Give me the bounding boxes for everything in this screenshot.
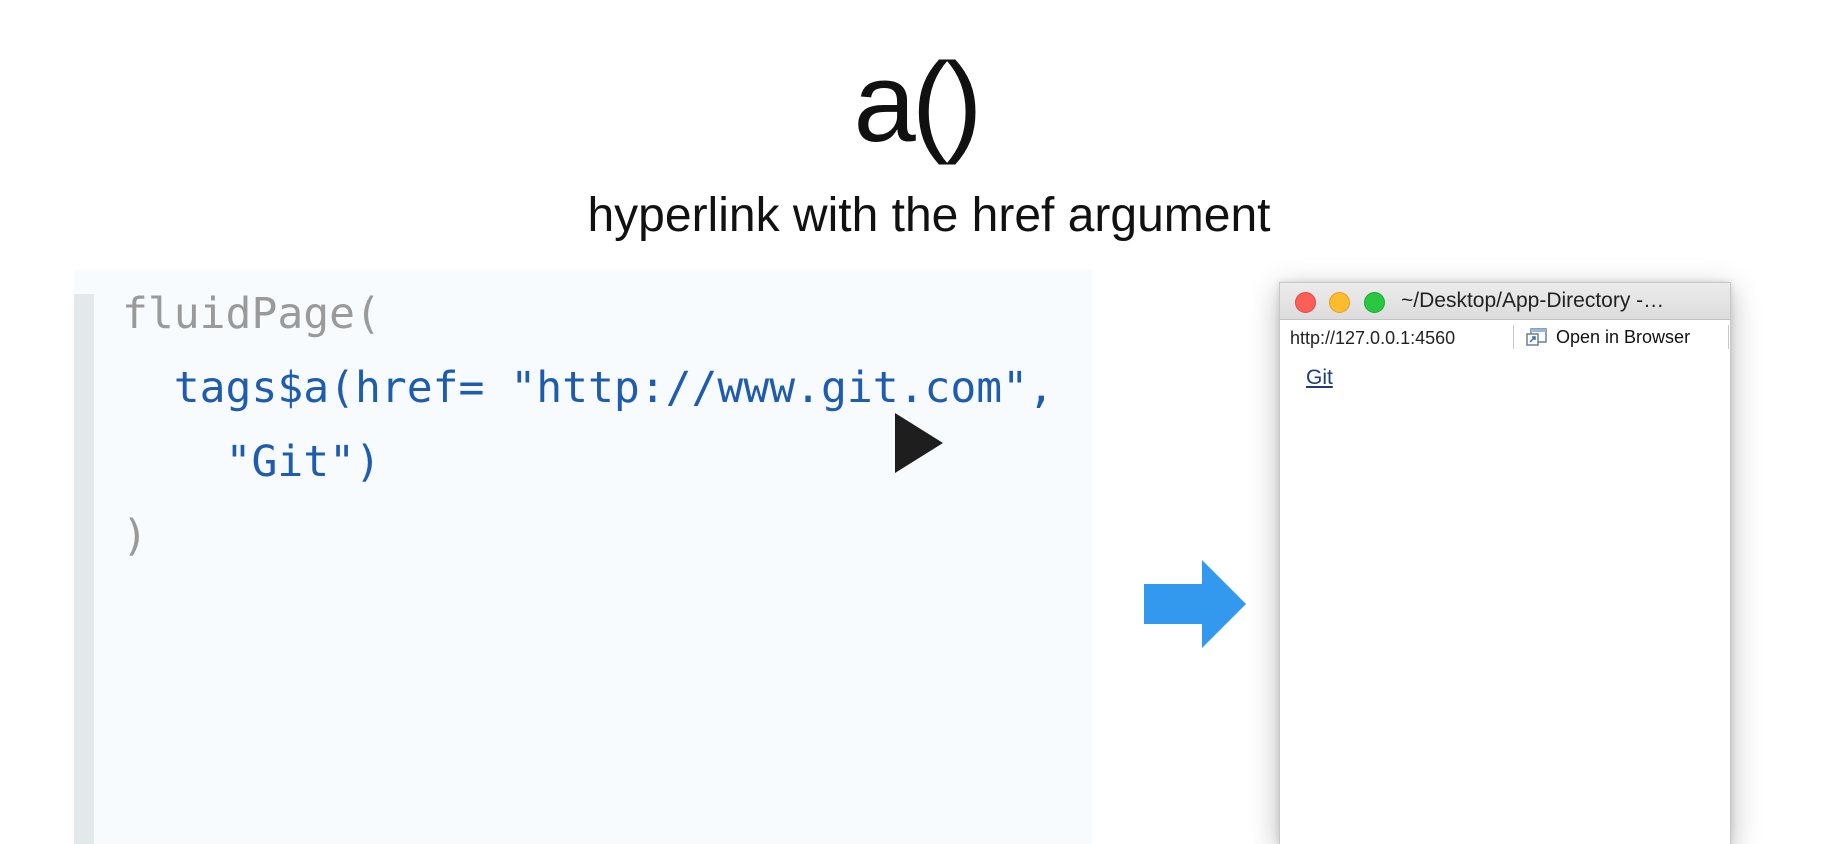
code-line-3: "Git")	[122, 437, 381, 487]
code-gutter	[74, 294, 94, 844]
zoom-window-button[interactable]	[1364, 292, 1385, 313]
open-in-browser-icon	[1526, 328, 1547, 346]
git-link[interactable]: Git	[1306, 365, 1333, 391]
code-line-1: fluidPage(	[122, 289, 381, 339]
window-titlebar: ~/Desktop/App-Directory -…	[1280, 283, 1730, 320]
code-panel: fluidPage( tags$a(href= "http://www.git.…	[74, 270, 1092, 844]
open-in-browser-label: Open in Browser	[1556, 327, 1691, 347]
slide: a() hyperlink with the href argument flu…	[0, 0, 1832, 844]
app-window: ~/Desktop/App-Directory -… http://127.0.…	[1279, 282, 1731, 844]
url-text: http://127.0.0.1:4560	[1290, 328, 1456, 348]
window-toolbar: http://127.0.0.1:4560 Open in Browser	[1280, 320, 1730, 354]
slide-title: a()	[853, 40, 983, 165]
code-line-2: tags$a(href= "http://www.git.com",	[122, 363, 1054, 413]
code-line-4: )	[122, 511, 148, 561]
right-arrow-icon	[1144, 560, 1246, 648]
open-in-browser-button[interactable]: Open in Browser	[1526, 325, 1690, 349]
toolbar-divider	[1513, 325, 1514, 349]
app-content: Git	[1280, 355, 1730, 844]
window-title: ~/Desktop/App-Directory -…	[1401, 289, 1665, 312]
minimize-window-button[interactable]	[1329, 292, 1350, 313]
slide-subtitle: hyperlink with the href argument	[587, 189, 1271, 242]
play-icon[interactable]	[895, 413, 943, 473]
toolbar-edge	[1728, 325, 1729, 349]
close-window-button[interactable]	[1295, 292, 1316, 313]
